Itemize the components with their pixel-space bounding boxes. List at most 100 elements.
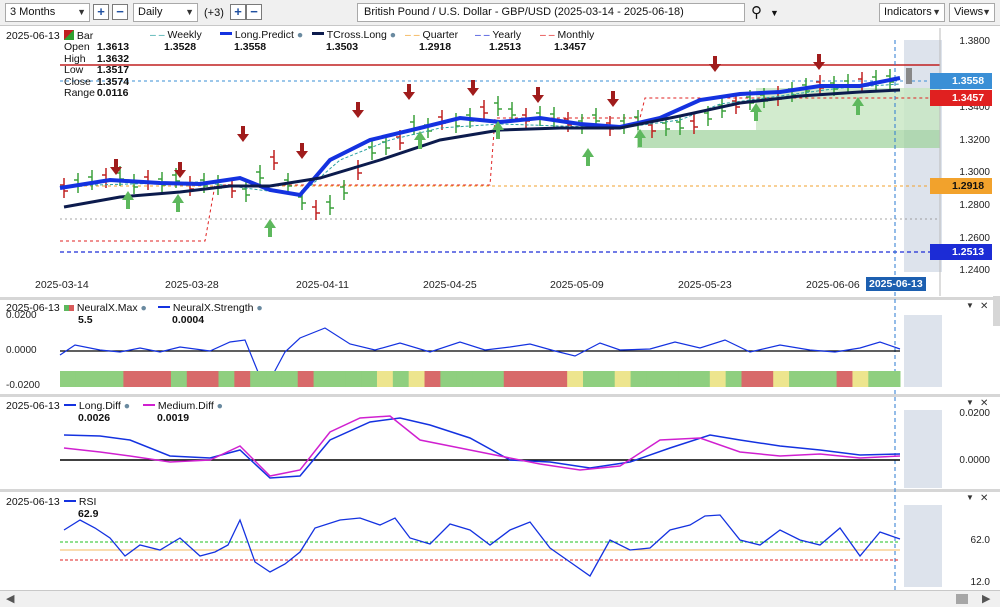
line-swatch-icon bbox=[64, 404, 76, 406]
neuralx-block bbox=[583, 371, 600, 387]
legend-medium-diff-value: 0.0019 bbox=[157, 412, 190, 424]
down-arrow-icon bbox=[352, 110, 364, 118]
neuralx-block bbox=[408, 371, 426, 387]
up-arrow-icon bbox=[176, 203, 180, 212]
chevron-down-icon[interactable]: ▼ bbox=[966, 398, 974, 407]
chevron-down-icon[interactable]: ▼ bbox=[966, 493, 974, 502]
rsi-line bbox=[63, 514, 901, 577]
legend-rsi: RSI 62.9 bbox=[64, 496, 98, 520]
close-icon[interactable]: ✕ bbox=[980, 493, 988, 504]
neuralx-block bbox=[868, 371, 885, 387]
down-arrow-icon bbox=[296, 151, 308, 159]
chart-canvas[interactable] bbox=[0, 0, 1000, 607]
settings-dot-icon[interactable]: ● bbox=[297, 29, 303, 41]
down-arrow-icon bbox=[813, 62, 825, 70]
chevron-down-icon[interactable]: ▼ bbox=[966, 301, 974, 310]
neuralx-block bbox=[281, 371, 299, 387]
legend-medium-diff-label: Medium.Diff bbox=[157, 400, 214, 412]
up-arrow-icon bbox=[582, 148, 594, 157]
high-value: 1.3632 bbox=[96, 52, 130, 65]
line-swatch-icon bbox=[220, 32, 232, 35]
neuralx-block bbox=[535, 371, 552, 387]
neuralx-block bbox=[804, 371, 822, 387]
neuralx-block bbox=[551, 371, 568, 387]
settings-dot-icon[interactable]: ● bbox=[390, 29, 396, 41]
horizontal-scrollbar[interactable]: ◀ ▶ bbox=[0, 590, 1000, 607]
neuralx-block bbox=[598, 371, 616, 387]
legend-long-diff-value: 0.0026 bbox=[78, 412, 111, 424]
low-value: 1.3517 bbox=[96, 64, 130, 76]
neuralx-block bbox=[472, 371, 489, 387]
neuralx-block bbox=[75, 371, 93, 387]
neuralx-block bbox=[646, 371, 663, 387]
neuralx-block bbox=[789, 371, 806, 387]
quarter-price-tag: 1.2918 bbox=[930, 178, 992, 194]
neuralx-block bbox=[155, 371, 172, 387]
neuralx-block bbox=[662, 371, 679, 387]
rsi-date: 2025-06-13 bbox=[6, 496, 60, 508]
down-arrow-icon bbox=[713, 56, 717, 65]
vertical-scroll-handle[interactable] bbox=[993, 296, 1000, 326]
y-tick: 1.2600 bbox=[959, 233, 990, 244]
neuralx-block bbox=[60, 371, 77, 387]
last-bar bbox=[906, 68, 912, 84]
neuralx-block bbox=[123, 371, 140, 387]
neuralx-block bbox=[630, 371, 647, 387]
neuralx-block bbox=[440, 371, 457, 387]
neuralx-block bbox=[820, 371, 838, 387]
neuralx-block bbox=[329, 371, 346, 387]
y-tick: 1.2800 bbox=[959, 200, 990, 211]
current-price-tag: 1.3558 bbox=[930, 73, 992, 89]
monthly-price-tag: 1.3457 bbox=[930, 90, 992, 106]
arrow-right-icon[interactable]: ▶ bbox=[982, 592, 990, 605]
neuralx-block bbox=[139, 371, 156, 387]
legend-neuralx-strength-label: NeuralX.Strength bbox=[172, 302, 254, 314]
neuralx-block bbox=[709, 371, 727, 387]
up-arrow-icon bbox=[418, 140, 422, 149]
settings-dot-icon[interactable]: ● bbox=[256, 302, 262, 314]
dashed-line-icon: ‒ ‒ bbox=[475, 29, 490, 41]
legend-tcross-long-value: 1.3503 bbox=[326, 41, 359, 53]
y-tick: -0.0200 bbox=[6, 380, 40, 391]
y-tick: 0.0000 bbox=[959, 455, 990, 466]
y-tick: 1.3800 bbox=[959, 36, 990, 47]
x-tick: 2025-03-14 bbox=[35, 279, 89, 291]
low-label: Low bbox=[64, 64, 84, 76]
down-arrow-icon bbox=[237, 134, 249, 142]
ohlc-readout: Open 1.3613 High 1.3632 Low 1.3517 Close… bbox=[64, 41, 130, 100]
legend-quarter-label: Quarter bbox=[422, 29, 459, 41]
down-arrow-icon bbox=[611, 91, 615, 100]
neuralx-block bbox=[361, 371, 378, 387]
neuralx-block bbox=[170, 371, 188, 387]
neuralx-block bbox=[218, 371, 235, 387]
long-diff-line bbox=[63, 417, 901, 479]
neuralx-block bbox=[107, 371, 124, 387]
down-arrow-icon bbox=[536, 87, 540, 96]
legend-yearly-value: 1.2513 bbox=[489, 41, 522, 53]
scrollbar-thumb[interactable] bbox=[956, 594, 968, 604]
legend-quarter: ‒ ‒ Quarter 1.2918 bbox=[405, 29, 458, 53]
x-tick: 2025-05-09 bbox=[550, 279, 604, 291]
neuralx-block bbox=[773, 371, 790, 387]
open-value: 1.3613 bbox=[96, 41, 130, 53]
settings-dot-icon[interactable]: ● bbox=[217, 400, 223, 412]
legend-long-predict-label: Long.Predict bbox=[234, 29, 294, 41]
arrow-left-icon[interactable]: ◀ bbox=[6, 592, 14, 605]
open-label: Open bbox=[64, 41, 90, 53]
legend-long-predict-value: 1.3558 bbox=[234, 41, 267, 53]
legend-weekly-value: 1.3528 bbox=[164, 41, 197, 53]
legend-monthly: ‒ ‒ Monthly 1.3457 bbox=[540, 29, 594, 53]
neuralx-block bbox=[313, 371, 330, 387]
legend-long-predict: Long.Predict ● 1.3558 bbox=[220, 29, 303, 53]
bar-swatch-icon bbox=[64, 30, 74, 40]
neuralx-block bbox=[376, 371, 394, 387]
y-tick: 0.0200 bbox=[959, 408, 990, 419]
close-icon[interactable]: ✕ bbox=[980, 301, 988, 312]
settings-dot-icon[interactable]: ● bbox=[124, 400, 130, 412]
bar-swatch-icon bbox=[64, 305, 74, 311]
neuralx-block bbox=[424, 371, 441, 387]
settings-dot-icon[interactable]: ● bbox=[141, 302, 147, 314]
x-tick-current: 2025-06-13 bbox=[866, 277, 926, 291]
y-tick: 1.3200 bbox=[959, 135, 990, 146]
neuralx-block bbox=[614, 371, 632, 387]
